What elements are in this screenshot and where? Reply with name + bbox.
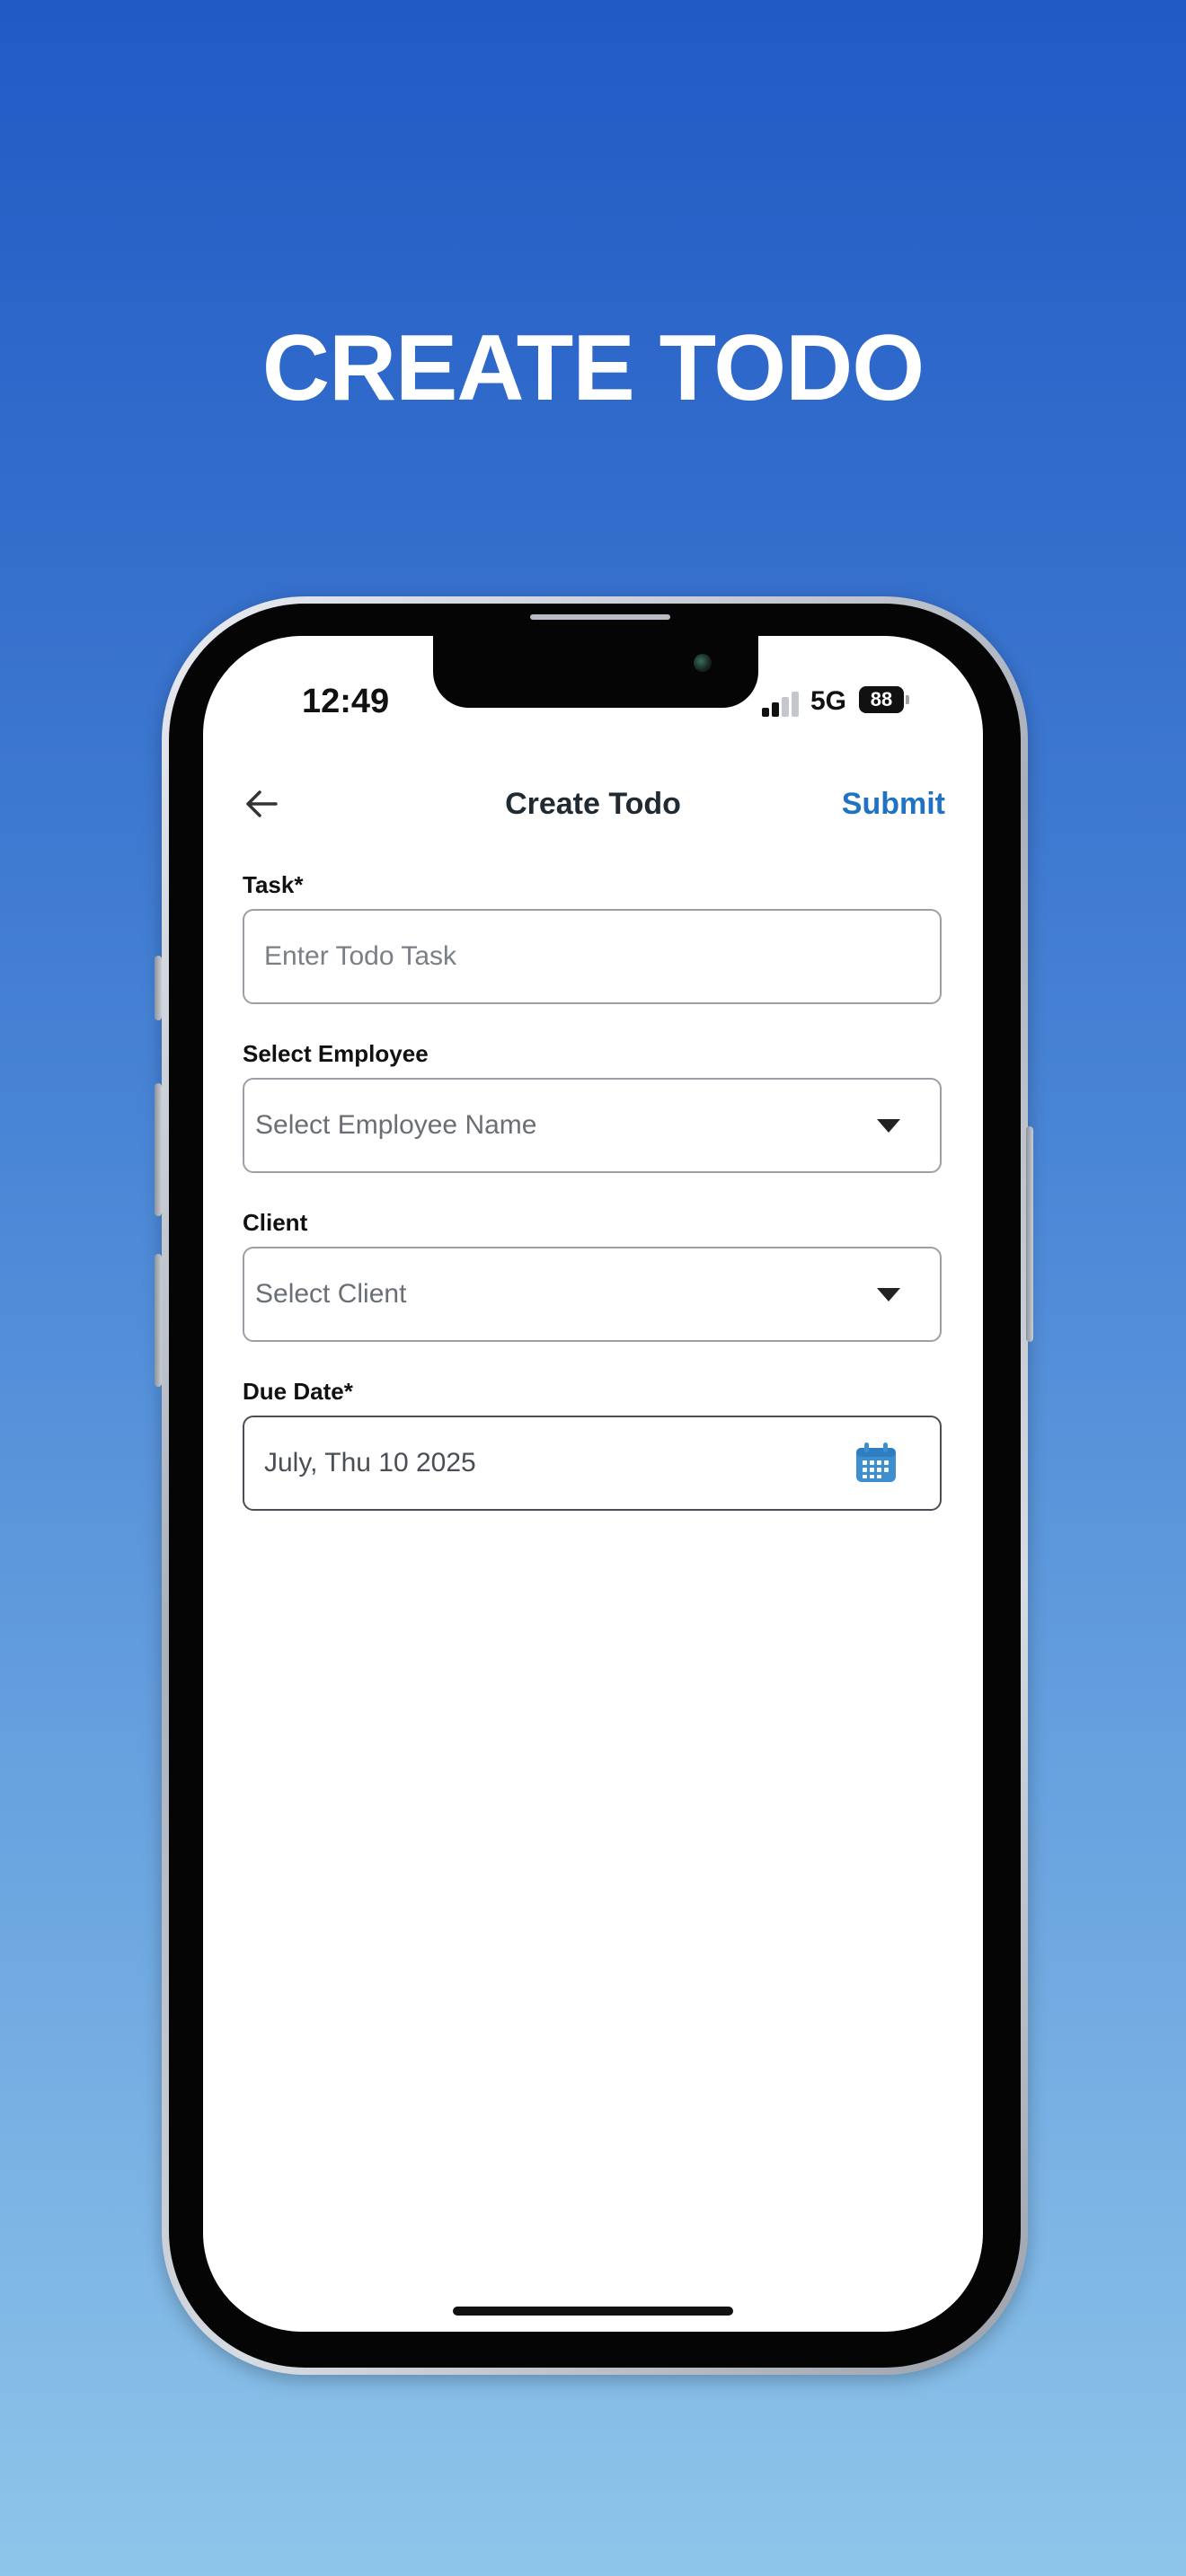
client-select[interactable]: Select Client <box>243 1247 942 1342</box>
front-camera <box>694 654 712 672</box>
calendar-icon[interactable] <box>854 1441 898 1486</box>
battery-tip <box>906 695 909 704</box>
caret-down-icon <box>877 1118 900 1133</box>
phone-speaker-grille <box>530 614 670 620</box>
submit-button[interactable]: Submit <box>842 787 945 822</box>
client-select-value: Select Client <box>255 1279 407 1309</box>
task-field[interactable] <box>243 909 942 1004</box>
due-date-value: July, Thu 10 2025 <box>264 1448 476 1478</box>
phone-volume-down-button <box>155 1254 162 1387</box>
marketing-headline: CREATE TODO <box>261 316 925 420</box>
home-indicator[interactable] <box>453 2307 733 2316</box>
phone-volume-up-button <box>155 1083 162 1216</box>
employee-select[interactable]: Select Employee Name <box>243 1078 942 1173</box>
task-label: Task* <box>243 871 304 898</box>
employee-label: Select Employee <box>243 1040 429 1067</box>
status-time: 12:49 <box>302 683 390 720</box>
employee-select-value: Select Employee Name <box>255 1110 537 1140</box>
phone-mute-switch <box>155 956 162 1020</box>
battery-level: 88 <box>870 688 893 710</box>
phone-power-button <box>1026 1126 1033 1342</box>
page-title: Create Todo <box>505 787 681 821</box>
network-type: 5G <box>810 686 847 716</box>
caret-down-icon <box>877 1287 900 1301</box>
cellular-signal-icon <box>762 692 801 717</box>
due-date-field[interactable]: July, Thu 10 2025 <box>243 1416 942 1511</box>
battery-icon: 88 <box>859 686 904 713</box>
phone-screen: 12:49 5G 88 Create Todo Submit Task* Sel… <box>203 636 983 2332</box>
back-button[interactable] <box>239 781 284 826</box>
client-label: Client <box>243 1209 308 1236</box>
task-input[interactable] <box>244 941 940 972</box>
notch <box>433 636 758 708</box>
arrow-left-icon <box>246 790 278 817</box>
due-date-label: Due Date* <box>243 1378 353 1405</box>
